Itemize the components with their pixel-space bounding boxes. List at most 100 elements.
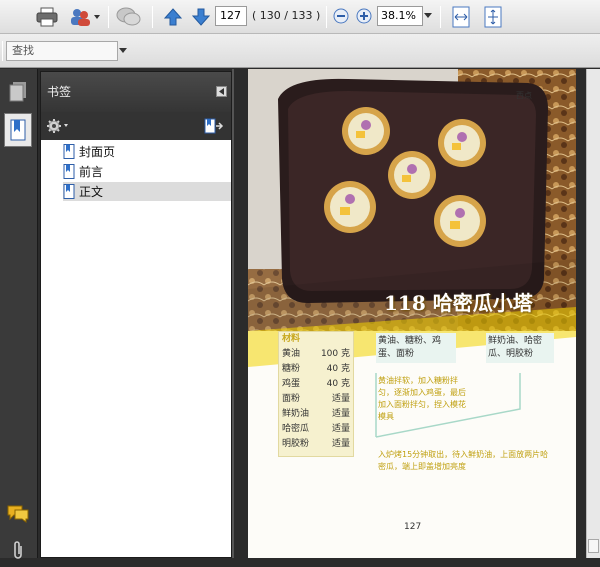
ingredient-amount: 适量 <box>331 394 350 404</box>
comment-icon <box>7 505 29 523</box>
bookmark-icon <box>63 164 75 179</box>
zoom-in-button[interactable] <box>355 7 373 25</box>
plus-circle-icon <box>356 8 372 24</box>
pages-panel-button[interactable] <box>4 75 32 109</box>
next-page-button[interactable] <box>188 4 214 30</box>
chevron-down-icon <box>424 13 432 18</box>
ingredient-amount: 40 克 <box>326 364 350 374</box>
bookmark-icon <box>63 144 75 159</box>
tart <box>438 119 486 167</box>
gear-icon <box>47 119 68 133</box>
find-dropdown[interactable] <box>118 45 128 57</box>
bookmarks-panel: 书签 封面页 前言 正文 <box>40 71 232 558</box>
bookmark-label: 封面页 <box>79 145 116 159</box>
ingredients-header: 材料 <box>279 332 353 347</box>
main-toolbar: 127 ( 130 / 133 ) 38.1% <box>0 0 600 34</box>
chevron-down-icon <box>119 48 127 53</box>
bookmark-icon <box>10 119 26 141</box>
tart <box>434 195 486 247</box>
previous-page-button[interactable] <box>160 4 186 30</box>
page-number-input[interactable]: 127 <box>215 6 247 26</box>
step-connector <box>375 373 521 438</box>
ingredient-row: 明胶粉 适量 <box>279 437 353 452</box>
page-count: ( 130 / 133 ) <box>252 9 321 22</box>
attachments-panel-button[interactable] <box>4 533 32 567</box>
fit-page-button[interactable] <box>448 4 474 30</box>
arrow-up-icon <box>163 8 183 26</box>
bookmarks-title: 书签 <box>47 85 72 99</box>
zoom-out-button[interactable] <box>332 7 350 25</box>
ingredient-name: 鸡蛋 <box>282 379 301 389</box>
ingredient-amount: 适量 <box>331 424 350 434</box>
find-input[interactable]: 查找 <box>6 41 118 61</box>
ingredient-row: 哈密瓜 适量 <box>279 422 353 437</box>
bookmark-item[interactable]: 封面页 <box>63 142 231 161</box>
step1-title: 黄油、糖粉、鸡蛋、面粉 <box>376 333 456 363</box>
ingredient-name: 哈密瓜 <box>282 424 310 434</box>
options-button[interactable] <box>45 116 71 136</box>
toolbar-separator <box>152 6 153 28</box>
chevron-left-icon <box>218 88 224 95</box>
panel-resize-handle[interactable] <box>232 69 234 558</box>
bookmarks-panel-button[interactable] <box>4 113 32 147</box>
scrollbar-thumb[interactable] <box>588 539 599 553</box>
ingredient-amount: 40 克 <box>326 379 350 389</box>
printer-icon <box>36 7 58 27</box>
step2-title: 鲜奶油、哈密瓜、明胶粉 <box>486 333 554 363</box>
bookmark-expand-icon <box>204 118 224 134</box>
ingredient-name: 黄油 <box>282 349 301 359</box>
share-button[interactable] <box>66 4 102 30</box>
speech-bubbles-icon <box>116 7 141 26</box>
bookmark-item[interactable]: 正文 <box>63 182 231 201</box>
zoom-dropdown[interactable] <box>423 10 433 22</box>
expand-bookmark-button[interactable] <box>203 116 225 136</box>
bookmarks-header: 书签 <box>41 72 231 112</box>
bookmarks-toolbar <box>41 112 231 140</box>
step2-text: 入炉烤15分钟取出，待入鲜奶油，上面放两片哈密瓜，端上即盖增加亮度 <box>378 450 549 471</box>
tart <box>388 151 436 199</box>
ingredient-name: 糖粉 <box>282 364 301 374</box>
document-page: 西点 118 哈密瓜小塔 材料 黄油 100 克 糖粉 40 克 鸡蛋 40 克 面粉… <box>248 69 576 558</box>
bookmark-icon <box>63 184 75 199</box>
ingredient-name: 鲜奶油 <box>282 409 310 419</box>
ingredient-name: 明胶粉 <box>282 439 310 449</box>
ingredients-header-label: 材料 <box>282 334 301 344</box>
comments-panel-button[interactable] <box>4 497 32 531</box>
minus-circle-icon <box>333 8 349 24</box>
toolbar-separator <box>2 41 3 61</box>
zoom-level-input[interactable]: 38.1% <box>377 6 423 26</box>
ingredients-table: 材料 黄油 100 克 糖粉 40 克 鸡蛋 40 克 面粉 适量 鲜奶油 适量 哈密瓜适… <box>278 331 354 457</box>
full-screen-button[interactable] <box>480 4 506 30</box>
pages-icon <box>9 82 26 102</box>
people-share-icon <box>71 9 100 26</box>
print-button[interactable] <box>34 4 60 30</box>
vertical-scrollbar[interactable] <box>586 69 600 558</box>
tart <box>342 107 390 155</box>
expand-icon <box>484 6 502 28</box>
ingredient-row: 鸡蛋 40 克 <box>279 377 353 392</box>
header-tag: 西点 <box>516 91 532 100</box>
arrow-down-icon <box>191 8 211 26</box>
ingredient-amount: 100 克 <box>320 349 350 359</box>
page-number: 127 <box>404 522 422 532</box>
bookmark-item[interactable]: 前言 <box>63 162 231 181</box>
ingredient-amount: 适量 <box>331 439 350 449</box>
toolbar-separator <box>108 6 109 28</box>
paperclip-icon <box>14 541 22 559</box>
bookmark-label: 前言 <box>79 165 104 179</box>
recipe-title: 118 哈密瓜小塔 <box>384 291 533 315</box>
navigation-pane-strip <box>0 69 38 559</box>
ingredient-row: 面粉 适量 <box>279 392 353 407</box>
fit-width-icon <box>452 6 470 28</box>
bookmark-label: 正文 <box>79 185 104 199</box>
ingredient-name: 面粉 <box>282 394 301 404</box>
toolbar-separator <box>326 6 327 28</box>
tart <box>324 181 376 233</box>
ingredient-amount: 适量 <box>331 409 350 419</box>
collapse-panel-button[interactable] <box>216 86 227 97</box>
comment-button[interactable] <box>114 4 144 30</box>
ingredient-row: 鲜奶油 适量 <box>279 407 353 422</box>
toolbar-separator <box>440 6 441 28</box>
ingredient-row: 糖粉 40 克 <box>279 362 353 377</box>
ingredient-row: 黄油 100 克 <box>279 347 353 362</box>
